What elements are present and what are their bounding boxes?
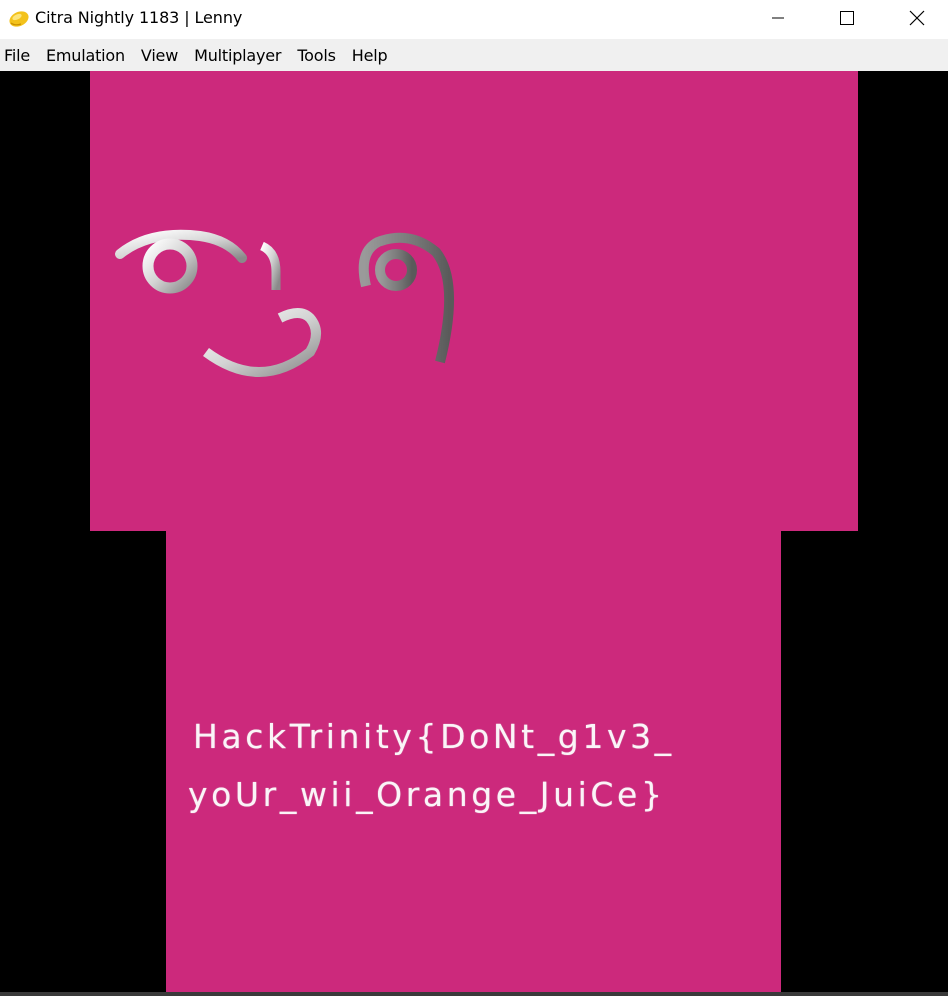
- menu-tools[interactable]: Tools: [289, 39, 343, 71]
- maximize-button[interactable]: [824, 0, 870, 36]
- flag-text-line-1: HackTrinity{DoNt_g1v3_: [193, 717, 675, 756]
- lenny-face-image: [115, 229, 455, 377]
- menu-help[interactable]: Help: [344, 39, 396, 71]
- menu-emulation[interactable]: Emulation: [38, 39, 133, 71]
- minimize-button[interactable]: [755, 0, 801, 36]
- maximize-icon: [840, 11, 854, 25]
- citra-lemon-icon: [9, 11, 29, 27]
- title-bar: Citra Nightly 1183 | Lenny: [0, 0, 948, 39]
- close-button[interactable]: [894, 0, 940, 36]
- menu-file[interactable]: File: [0, 39, 38, 71]
- bottom-screen: [166, 531, 781, 992]
- close-icon: [909, 10, 925, 26]
- flag-text-line-2: yoUr_wii_Orange_JuiCe}: [188, 775, 666, 814]
- menu-multiplayer[interactable]: Multiplayer: [186, 39, 289, 71]
- menu-view[interactable]: View: [133, 39, 186, 71]
- status-bar: [0, 992, 948, 996]
- menu-bar: File Emulation View Multiplayer Tools He…: [0, 39, 948, 71]
- window-title: Citra Nightly 1183 | Lenny: [35, 8, 243, 27]
- minimize-icon: [772, 17, 784, 19]
